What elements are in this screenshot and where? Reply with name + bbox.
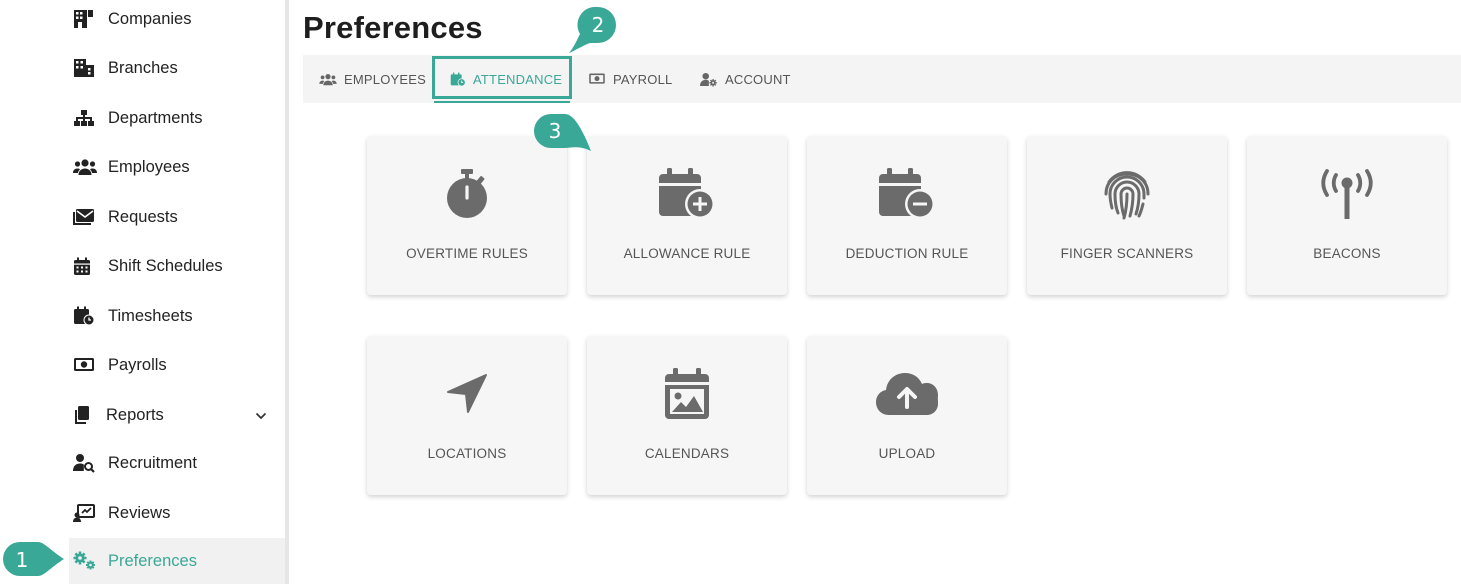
card-calendars[interactable]: CALENDARS — [587, 336, 787, 495]
users-icon — [73, 158, 99, 176]
sidebar-item-label: Payrolls — [108, 355, 167, 374]
fingerprint-icon — [1027, 166, 1227, 222]
tab-payroll[interactable]: PAYROLL — [588, 55, 672, 103]
sidebar-item-branches[interactable]: Branches — [69, 45, 285, 91]
step-marker-3: 3 — [532, 112, 592, 152]
gears-icon — [73, 551, 99, 571]
card-overtime-rules[interactable]: OVERTIME RULES — [367, 136, 567, 295]
user-gear-icon — [700, 72, 718, 87]
stopwatch-icon — [367, 166, 567, 222]
sidebar-item-label: Reviews — [108, 503, 171, 522]
review-icon — [73, 504, 99, 522]
card-label: DEDUCTION RULE — [845, 246, 969, 261]
sidebar-item-reviews[interactable]: Reviews — [69, 490, 285, 536]
sidebar-item-label: Branches — [108, 58, 178, 77]
tab-label: ATTENDANCE — [473, 71, 563, 87]
sidebar-item-label: Shift Schedules — [108, 256, 223, 275]
calendar-minus-icon — [807, 166, 1007, 222]
sidebar-item-label: Reports — [106, 405, 164, 424]
tab-bar: EMPLOYEES ATTENDANCE PAYROLL ACCOUNT — [303, 55, 1461, 103]
card-label: LOCATIONS — [427, 446, 507, 461]
sidebar-item-reports[interactable]: Reports — [69, 392, 285, 438]
sidebar-item-label: Preferences — [108, 551, 197, 570]
card-allowance-rule[interactable]: ALLOWANCE RULE — [587, 136, 787, 295]
money-icon — [588, 72, 606, 86]
tab-employees[interactable]: EMPLOYEES — [319, 55, 426, 103]
envelope-icon — [73, 208, 99, 226]
sidebar-item-label: Timesheets — [108, 306, 193, 325]
sidebar-item-label: Companies — [108, 9, 192, 28]
calendar-icon — [73, 257, 99, 276]
tab-label: EMPLOYEES — [344, 71, 426, 87]
chevron-down-icon[interactable] — [255, 407, 267, 425]
calendar-plus-icon — [587, 166, 787, 222]
location-arrow-icon — [367, 366, 567, 422]
tab-label: ACCOUNT — [725, 71, 791, 87]
sidebar-item-label: Recruitment — [108, 453, 197, 472]
sidebar-item-label: Requests — [108, 207, 178, 226]
users-icon — [319, 73, 337, 86]
active-tab-underline — [434, 101, 570, 103]
cloud-upload-icon — [807, 366, 1007, 422]
calendar-image-icon — [587, 366, 787, 422]
sitemap-icon — [73, 109, 99, 127]
card-upload[interactable]: UPLOAD — [807, 336, 1007, 495]
card-label: FINGER SCANNERS — [1060, 246, 1194, 261]
calendar-clock-icon — [450, 72, 466, 87]
calendar-clock-icon — [73, 306, 99, 326]
card-locations[interactable]: LOCATIONS — [367, 336, 567, 495]
building-icon — [73, 9, 99, 29]
sidebar-item-label: Employees — [108, 157, 190, 176]
sidebar-item-employees[interactable]: Employees — [69, 144, 285, 190]
card-deduction-rule[interactable]: DEDUCTION RULE — [807, 136, 1007, 295]
step-marker-1: 1 — [2, 541, 66, 578]
card-beacons[interactable]: BEACONS — [1247, 136, 1447, 295]
sidebar-item-label: Departments — [108, 108, 203, 127]
broadcast-icon — [1247, 166, 1447, 222]
user-search-icon — [73, 453, 99, 473]
card-label: OVERTIME RULES — [406, 246, 528, 261]
sidebar-item-companies[interactable]: Companies — [69, 0, 285, 42]
tab-attendance[interactable]: ATTENDANCE — [450, 55, 562, 103]
copy-icon — [73, 405, 99, 425]
card-label: UPLOAD — [878, 446, 936, 461]
card-label: BEACONS — [1313, 246, 1381, 261]
sidebar-item-requests[interactable]: Requests — [69, 194, 285, 240]
sidebar: Companies Branches Departments Employees… — [0, 0, 289, 584]
tab-label: PAYROLL — [613, 71, 673, 87]
sidebar-item-payrolls[interactable]: Payrolls — [69, 342, 285, 388]
branches-icon — [73, 58, 99, 78]
sidebar-item-recruitment[interactable]: Recruitment — [69, 440, 285, 486]
sidebar-item-preferences[interactable]: Preferences — [69, 538, 285, 584]
card-label: ALLOWANCE RULE — [623, 246, 751, 261]
step-marker-2: 2 — [568, 6, 624, 54]
page-title: Preferences — [303, 10, 483, 45]
sidebar-item-timesheets[interactable]: Timesheets — [69, 293, 285, 339]
card-label: CALENDARS — [644, 446, 730, 461]
money-icon — [73, 356, 99, 374]
sidebar-item-departments[interactable]: Departments — [69, 95, 285, 141]
tab-account[interactable]: ACCOUNT — [700, 55, 791, 103]
sidebar-item-shift-schedules[interactable]: Shift Schedules — [69, 243, 285, 289]
card-finger-scanners[interactable]: FINGER SCANNERS — [1027, 136, 1227, 295]
